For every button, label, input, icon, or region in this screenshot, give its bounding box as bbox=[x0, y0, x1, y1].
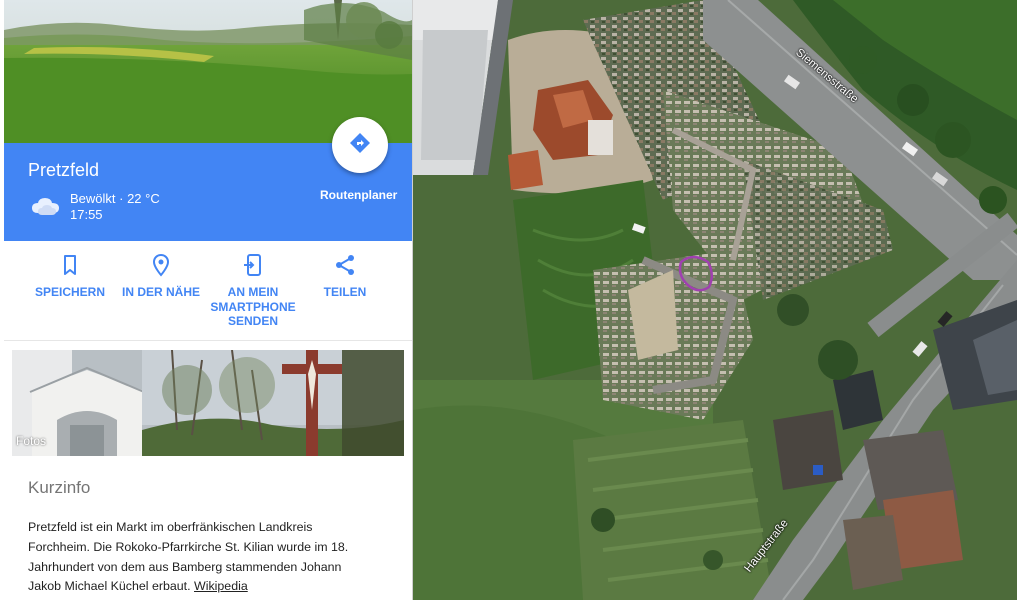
send-to-phone-button[interactable]: AN MEIN SMARTPHONE SENDEN bbox=[208, 253, 298, 329]
route-planner-button[interactable] bbox=[332, 117, 388, 173]
photos-preview bbox=[12, 350, 404, 456]
map-imagery bbox=[413, 0, 1017, 600]
weather-time: 17:55 bbox=[70, 207, 103, 222]
bookmark-icon bbox=[25, 253, 115, 277]
photos-label[interactable]: Fotos bbox=[16, 434, 46, 448]
wikipedia-link[interactable]: Wikipedia bbox=[194, 579, 248, 593]
directions-icon bbox=[348, 131, 372, 160]
nearby-button[interactable]: IN DER NÄHE bbox=[116, 253, 206, 300]
info-text: Pretzfeld ist ein Markt im oberfränkisch… bbox=[28, 518, 368, 597]
place-title: Pretzfeld bbox=[28, 160, 100, 180]
save-label: SPEICHERN bbox=[34, 285, 105, 299]
cloudy-icon bbox=[30, 193, 62, 217]
info-body: Pretzfeld ist ein Markt im oberfränkisch… bbox=[28, 520, 349, 594]
nearby-pin-icon bbox=[116, 253, 206, 277]
info-title: Kurzinfo bbox=[28, 478, 91, 497]
photos-strip[interactable] bbox=[12, 350, 404, 456]
send-to-phone-label: AN MEIN SMARTPHONE SENDEN bbox=[210, 285, 296, 328]
route-planner-label[interactable]: Routenplaner bbox=[320, 188, 397, 202]
share-button[interactable]: TEILEN bbox=[300, 253, 390, 300]
nearby-label: IN DER NÄHE bbox=[121, 285, 200, 299]
satellite-map[interactable]: Siemensstraße Hauptstraße bbox=[413, 0, 1017, 600]
save-button[interactable]: SPEICHERN bbox=[25, 253, 115, 300]
share-label: TEILEN bbox=[323, 285, 367, 299]
weather-text: Bewölkt · 22 °C bbox=[70, 191, 160, 206]
send-to-phone-icon bbox=[208, 253, 298, 277]
action-bar: SPEICHERN IN DER NÄHE AN MEIN SMARTPHONE… bbox=[4, 241, 412, 341]
place-panel: Pretzfeld Bewölkt · 22 °C 17:55 Routenpl… bbox=[0, 0, 413, 600]
place-header: Pretzfeld Bewölkt · 22 °C 17:55 Routenpl… bbox=[4, 117, 412, 241]
share-icon bbox=[300, 253, 390, 277]
